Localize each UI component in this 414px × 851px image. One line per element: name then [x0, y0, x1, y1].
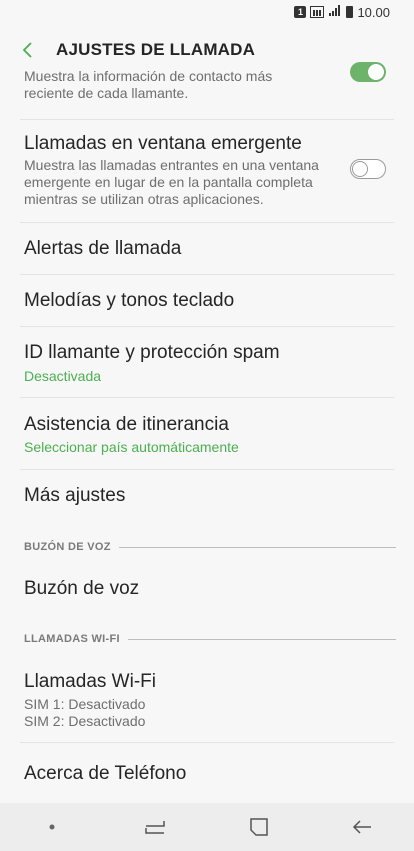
nav-dot [22, 803, 82, 851]
battery-icon [346, 6, 354, 18]
wifi-sim2-status: SIM 2: Desactivado [24, 713, 146, 729]
home-button[interactable] [229, 803, 289, 851]
section-line [118, 546, 396, 548]
nav-back-button[interactable] [332, 803, 392, 851]
about-phone-title: Acerca de Teléfono [24, 763, 187, 784]
setting-more[interactable]: Más ajustes [0, 470, 414, 525]
setting-popup-calls[interactable]: Llamadas en ventana emergente Muestra la… [0, 120, 414, 223]
sim-badge: 1 [294, 6, 307, 18]
setting-ringtones[interactable]: Melodías y tonos teclado [0, 275, 414, 327]
dot-icon [49, 824, 55, 830]
status-bar: 1 10.00 [0, 0, 414, 24]
recents-button[interactable] [125, 803, 185, 851]
section-header-label: LLAMADAS WI-FI [24, 633, 120, 645]
popup-calls-description: Muestra las llamadas entrantes en una ve… [24, 157, 319, 207]
page-title: AJUSTES DE LLAMADA [56, 40, 256, 59]
setting-wifi-calls[interactable]: Llamadas Wi-Fi SIM 1: Desactivado SIM 2:… [0, 657, 414, 743]
wifi-calls-title: Llamadas Wi-Fi [24, 671, 156, 692]
signal-icon [310, 6, 325, 18]
caller-info-description: Muestra la información de contacto más r… [24, 68, 273, 101]
setting-caller-info[interactable]: Muestra la información de contacto más r… [0, 62, 414, 120]
toggle-knob [367, 63, 385, 81]
popup-calls-title: Llamadas en ventana emergente [24, 133, 302, 154]
setting-about-phone[interactable]: Acerca de Teléfono [0, 743, 414, 803]
caller-id-title: ID llamante y protección spam [24, 342, 280, 363]
section-header-label: BUZÓN DE VOZ [24, 541, 111, 553]
setting-voicemail[interactable]: Buzón de voz [0, 565, 414, 617]
more-settings-title: Más ajustes [24, 485, 126, 506]
voicemail-title: Buzón de voz [24, 578, 140, 599]
section-header-voicemail: BUZÓN DE VOZ [24, 541, 396, 553]
home-icon [250, 818, 268, 836]
roaming-status: Seleccionar país automáticamente [24, 439, 239, 455]
navigation-bar [0, 803, 414, 851]
section-line [127, 638, 396, 640]
popup-calls-toggle[interactable] [350, 159, 386, 179]
setting-call-alerts[interactable]: Alertas de llamada [0, 223, 414, 275]
back-button[interactable] [0, 30, 56, 70]
wifi-sim1-status: SIM 1: Desactivado [24, 696, 146, 712]
setting-caller-id[interactable]: ID llamante y protección spam Desactivad… [0, 327, 414, 398]
back-arrow-icon [22, 42, 32, 58]
recents-icon [145, 821, 165, 834]
roaming-title: Asistencia de itinerancia [24, 414, 229, 435]
status-time: 10.00 [357, 4, 390, 20]
back-icon [353, 820, 372, 834]
caller-info-toggle[interactable] [350, 62, 386, 82]
wifi-signal-icon [328, 4, 342, 20]
ringtones-title: Melodías y tonos teclado [24, 290, 235, 311]
call-alerts-title: Alertas de llamada [24, 238, 182, 259]
section-header-wifi: LLAMADAS WI-FI [24, 633, 396, 645]
toggle-knob [352, 160, 368, 177]
caller-id-status: Desactivada [24, 368, 102, 384]
setting-roaming[interactable]: Asistencia de itinerancia Seleccionar pa… [0, 398, 414, 470]
